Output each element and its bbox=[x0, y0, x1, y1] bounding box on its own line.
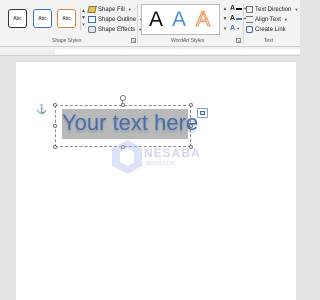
shape-styles-gallery-scroll[interactable]: ▲ ▼ ▾ bbox=[80, 8, 86, 30]
layout-options-icon bbox=[200, 111, 205, 115]
scroll-up-icon[interactable]: ▲ bbox=[222, 4, 228, 14]
ribbon: Abc Abc Abc ▲ ▼ ▾ Shape Fill ▼ Shape Out… bbox=[0, 0, 300, 47]
text-outline-color-swatch bbox=[236, 17, 243, 20]
shape-style-preset-1[interactable]: Abc bbox=[8, 9, 27, 28]
chevron-down-icon: ▼ bbox=[283, 17, 288, 22]
wordart-gallery-scroll[interactable]: ▲ ▼ ▾ bbox=[222, 4, 228, 35]
ruler-active-area bbox=[55, 49, 300, 54]
chevron-down-icon: ▼ bbox=[127, 7, 132, 12]
shape-fill-label: Shape Fill bbox=[98, 6, 125, 13]
link-icon bbox=[246, 26, 253, 33]
text-direction-label: Text Direction bbox=[255, 6, 292, 13]
ruler-tick: · bbox=[180, 50, 182, 55]
wordart-gallery: A A A bbox=[141, 4, 220, 35]
wordart-style-blue[interactable]: A bbox=[172, 6, 186, 33]
ruler-tick: · bbox=[120, 50, 122, 55]
resize-handle-top[interactable] bbox=[121, 103, 125, 107]
text-direction-icon bbox=[246, 6, 253, 13]
ruler-tick: · bbox=[240, 50, 242, 55]
paint-bucket-icon bbox=[87, 6, 97, 13]
create-link-button[interactable]: Create Link bbox=[246, 26, 286, 33]
group-separator bbox=[243, 4, 244, 44]
gallery-more-icon[interactable]: ▾ bbox=[81, 22, 86, 29]
watermark-logo-icon bbox=[112, 140, 142, 174]
shape-effects-label: Shape Effects bbox=[98, 26, 136, 33]
anchor-icon[interactable]: ⚓ bbox=[36, 104, 47, 115]
text-effects-a-icon: A bbox=[230, 25, 236, 32]
shape-styles-dialog-launcher-icon[interactable]: ↘ bbox=[131, 38, 136, 43]
scroll-down-icon[interactable]: ▼ bbox=[81, 15, 86, 22]
watermark: NESABA MEDIA.COM bbox=[112, 134, 202, 184]
shape-style-preset-3[interactable]: Abc bbox=[57, 9, 76, 28]
rotate-handle[interactable] bbox=[120, 95, 126, 101]
shape-outline-label: Shape Outline bbox=[98, 16, 137, 23]
chevron-down-icon: ▼ bbox=[294, 7, 299, 12]
resize-handle-top-right[interactable] bbox=[189, 103, 193, 107]
text-fill-a-icon: A bbox=[230, 5, 236, 12]
group-separator bbox=[137, 4, 138, 44]
pen-outline-icon bbox=[88, 16, 96, 23]
create-link-label: Create Link bbox=[255, 26, 286, 33]
align-text-button[interactable]: Align Text ▼ bbox=[246, 16, 288, 23]
scroll-down-icon[interactable]: ▼ bbox=[222, 14, 228, 24]
align-text-icon bbox=[246, 16, 253, 23]
wordart-style-orange-outline[interactable]: A bbox=[195, 6, 210, 33]
text-effects-button[interactable]: A ▼ bbox=[230, 25, 240, 32]
text-outline-a-icon: A bbox=[230, 15, 236, 22]
text-group-label: Text bbox=[264, 38, 274, 44]
chevron-down-icon: ▼ bbox=[236, 26, 241, 31]
layout-options-button[interactable] bbox=[197, 108, 208, 118]
resize-handle-top-left[interactable] bbox=[53, 103, 57, 107]
horizontal-ruler: · · · · bbox=[0, 47, 300, 56]
wordart-styles-dialog-launcher-icon[interactable]: ↘ bbox=[236, 38, 241, 43]
resize-handle-left[interactable] bbox=[53, 124, 57, 128]
shape-effects-button[interactable]: Shape Effects ▼ bbox=[88, 26, 142, 33]
text-direction-button[interactable]: Text Direction ▼ bbox=[246, 6, 298, 13]
shape-fill-button[interactable]: Shape Fill ▼ bbox=[87, 6, 132, 13]
text-fill-color-swatch bbox=[236, 7, 243, 10]
scroll-up-icon[interactable]: ▲ bbox=[81, 8, 86, 15]
ruler-tick: · bbox=[60, 50, 62, 55]
wordart-style-plain[interactable]: A bbox=[149, 6, 163, 33]
watermark-text: NESABA bbox=[144, 146, 201, 160]
shape-style-preset-2[interactable]: Abc bbox=[33, 9, 52, 28]
shape-effects-icon bbox=[88, 26, 96, 33]
gallery-more-icon[interactable]: ▾ bbox=[222, 24, 228, 34]
wordart-styles-group-label: WordArt Styles bbox=[171, 38, 205, 44]
watermark-subtext: MEDIA.COM bbox=[146, 161, 175, 167]
shape-outline-button[interactable]: Shape Outline ▼ bbox=[88, 16, 143, 23]
text-fill-button[interactable]: A ▼ bbox=[230, 5, 247, 12]
text-outline-button[interactable]: A ▼ bbox=[230, 15, 247, 22]
shape-styles-group-label: Shape Styles bbox=[52, 38, 82, 44]
resize-handle-bottom-left[interactable] bbox=[53, 145, 57, 149]
align-text-label: Align Text bbox=[255, 16, 281, 23]
